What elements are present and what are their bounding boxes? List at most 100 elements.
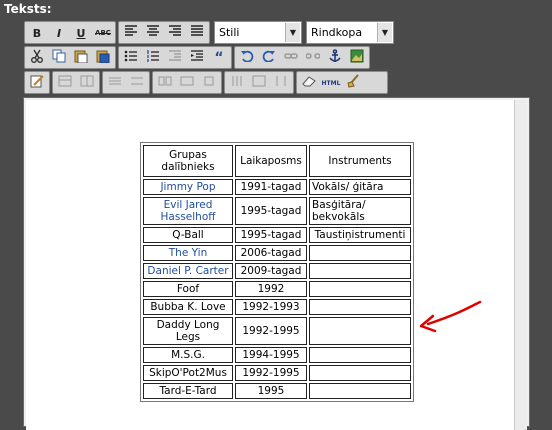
member-cell[interactable]: The Yin xyxy=(143,245,233,261)
delete-col-button[interactable] xyxy=(271,74,291,93)
period-cell[interactable]: 1992 xyxy=(235,281,307,297)
insert-row-button[interactable] xyxy=(105,74,125,93)
table-row: M.S.G. 1994-1995 xyxy=(143,347,411,363)
editor-scrollbar[interactable] xyxy=(514,100,527,430)
member-cell[interactable]: SkipO'Pot2Mus xyxy=(143,365,233,381)
period-cell[interactable]: 1994-1995 xyxy=(235,347,307,363)
undo-button[interactable] xyxy=(237,49,257,68)
delete-row-button[interactable] xyxy=(127,74,147,93)
link-button[interactable] xyxy=(281,49,301,68)
unlink-button[interactable] xyxy=(303,49,323,68)
chevron-down-icon: ▼ xyxy=(377,23,392,42)
unlink-icon xyxy=(305,53,321,59)
cut-button[interactable] xyxy=(27,49,47,68)
align-left-icon xyxy=(125,25,137,36)
member-cell[interactable]: Daniel P. Carter xyxy=(143,263,233,279)
align-right-button[interactable] xyxy=(165,24,185,43)
justify-button[interactable] xyxy=(187,24,207,43)
cell-split-button[interactable] xyxy=(155,74,175,93)
member-cell[interactable]: Jimmy Pop xyxy=(143,179,233,195)
clipboard-group xyxy=(24,46,116,69)
period-cell[interactable]: 1995-tagad xyxy=(235,197,307,225)
instrument-cell[interactable] xyxy=(309,299,411,315)
member-cell[interactable]: Q-Ball xyxy=(143,227,233,243)
underline-button[interactable]: U xyxy=(71,24,91,43)
member-cell[interactable]: Foof xyxy=(143,281,233,297)
undo-icon xyxy=(241,50,254,63)
justify-icon xyxy=(191,25,203,36)
header-member[interactable]: Grupas dalībnieks xyxy=(143,145,233,177)
numbered-list-button[interactable] xyxy=(143,49,163,68)
italic-button[interactable]: I xyxy=(49,24,69,43)
insert-col-button[interactable] xyxy=(227,74,247,93)
instrument-cell[interactable] xyxy=(309,245,411,261)
editor-content[interactable]: Grupas dalībnieks Laikaposms Instruments… xyxy=(26,100,517,430)
table-row: SkipO'Pot2Mus 1992-1995 xyxy=(143,365,411,381)
table-row: Q-Ball 1995-tagad Taustiņistrumenti xyxy=(143,227,411,243)
table-button[interactable] xyxy=(55,74,75,93)
copy-button[interactable] xyxy=(49,49,69,68)
image-button[interactable] xyxy=(347,49,367,68)
html-button[interactable]: HTML xyxy=(321,74,341,93)
paste-button[interactable] xyxy=(71,49,91,68)
outdent-button[interactable] xyxy=(165,49,185,68)
instrument-cell[interactable] xyxy=(309,263,411,279)
indent-button[interactable] xyxy=(187,49,207,68)
member-cell[interactable]: Bubba K. Love xyxy=(143,299,233,315)
paste-word-button[interactable] xyxy=(93,49,113,68)
instrument-cell[interactable] xyxy=(309,383,411,399)
period-cell[interactable]: 2009-tagad xyxy=(235,263,307,279)
instrument-cell[interactable]: Taustiņistrumenti xyxy=(309,227,411,243)
anchor-button[interactable] xyxy=(325,49,345,68)
header-period[interactable]: Laikaposms xyxy=(235,145,307,177)
table-row: Jimmy Pop 1991-tagad Vokāls/ ģitāra xyxy=(143,179,411,195)
align-left-button[interactable] xyxy=(121,24,141,43)
align-center-icon xyxy=(147,25,159,36)
period-cell[interactable]: 1992-1995 xyxy=(235,317,307,345)
format-select[interactable]: Rindkopa ▼ xyxy=(306,21,394,44)
col-props-button[interactable] xyxy=(249,74,269,93)
editor-area[interactable]: Grupas dalībnieks Laikaposms Instruments… xyxy=(23,97,530,430)
period-cell[interactable]: 1991-tagad xyxy=(235,179,307,195)
instrument-cell[interactable] xyxy=(309,281,411,297)
header-instrument[interactable]: Instruments xyxy=(309,145,411,177)
eraser-button[interactable] xyxy=(299,74,319,93)
cleanup-button[interactable] xyxy=(343,74,363,93)
style-select-value: Stili xyxy=(219,26,240,39)
edit-button[interactable] xyxy=(27,74,47,93)
member-cell[interactable]: M.S.G. xyxy=(143,347,233,363)
instrument-cell[interactable] xyxy=(309,317,411,345)
cell-merge-button[interactable] xyxy=(177,74,197,93)
paste-word-icon xyxy=(96,50,110,64)
align-right-icon xyxy=(169,25,181,36)
table-props-button[interactable] xyxy=(77,74,97,93)
bullet-list-button[interactable] xyxy=(121,49,141,68)
image-icon xyxy=(350,49,364,63)
period-cell[interactable]: 1992-1995 xyxy=(235,365,307,381)
instrument-cell[interactable]: Basģitāra/ bekvokāls xyxy=(309,197,411,225)
members-table[interactable]: Grupas dalībnieks Laikaposms Instruments… xyxy=(140,142,414,402)
period-cell[interactable]: 1995-tagad xyxy=(235,227,307,243)
insert-column-icon xyxy=(232,76,242,86)
align-center-button[interactable] xyxy=(143,24,163,43)
blockquote-button[interactable]: “ xyxy=(209,49,229,68)
instrument-cell[interactable] xyxy=(309,347,411,363)
member-cell[interactable]: Tard-E-Tard xyxy=(143,383,233,399)
member-cell[interactable]: Daddy Long Legs xyxy=(143,317,233,345)
style-select[interactable]: Stili ▼ xyxy=(214,21,302,44)
table-props-icon xyxy=(80,75,94,87)
insert-row-icon xyxy=(109,77,121,85)
cell-props-button[interactable] xyxy=(199,74,219,93)
period-cell[interactable]: 1992-1993 xyxy=(235,299,307,315)
field-label: Teksts: xyxy=(4,2,52,16)
period-cell[interactable]: 2006-tagad xyxy=(235,245,307,261)
period-cell[interactable]: 1995 xyxy=(235,383,307,399)
strikethrough-button[interactable]: ABC xyxy=(93,24,113,43)
instrument-cell[interactable] xyxy=(309,365,411,381)
member-cell[interactable]: Evil Jared Hasselhoff xyxy=(143,197,233,225)
history-link-group xyxy=(234,46,370,69)
bold-button[interactable]: B xyxy=(27,24,47,43)
redo-button[interactable] xyxy=(259,49,279,68)
instrument-cell[interactable]: Vokāls/ ģitāra xyxy=(309,179,411,195)
cell-props-icon xyxy=(204,76,214,86)
